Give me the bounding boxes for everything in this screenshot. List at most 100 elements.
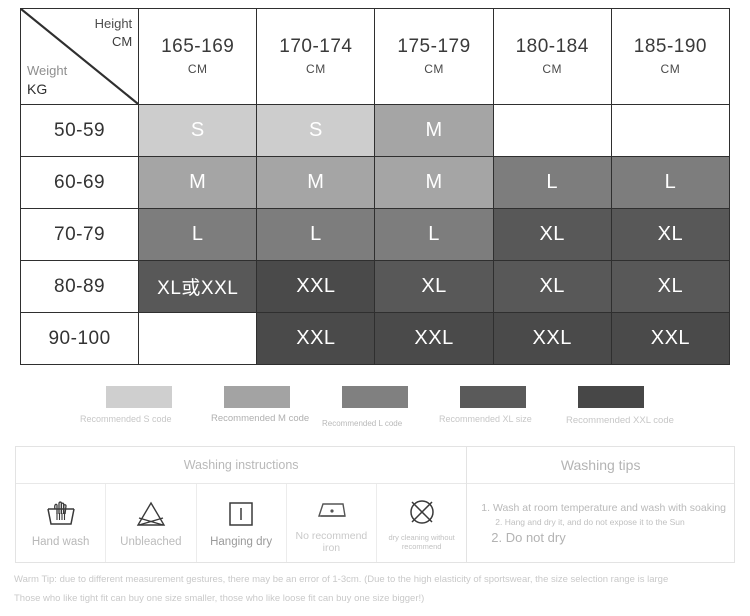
washing-instructions-title: Washing instructions <box>16 447 467 484</box>
washing-icon-label: No recommend iron <box>295 529 368 554</box>
size-cell: M <box>138 156 258 209</box>
washing-icon-label: Unbleached <box>120 536 182 549</box>
height-range: 185-190 <box>633 35 707 57</box>
weight-row-header: 50-59 <box>19 104 140 157</box>
size-cell: XXL <box>610 312 731 365</box>
size-chart-body: Height CM Weight KG 165-169 CM 170-174 C… <box>19 8 731 365</box>
height-range: 180-184 <box>515 35 589 57</box>
do-not-dry-clean-icon <box>406 495 438 529</box>
do-not-bleach-icon <box>133 497 169 531</box>
warm-tip-line-1: Warm Tip: due to different measurement g… <box>14 574 669 585</box>
washing-icon-cell-do-not-dry-clean: dry cleaning without recommend <box>377 484 466 562</box>
size-cell: XL <box>374 260 494 313</box>
height-column-header: 180-184 CM <box>492 8 612 105</box>
legend-item: Recommended XXL code <box>566 386 674 426</box>
size-cell: XL <box>610 208 731 261</box>
washing-panel: Washing instructions Hand wash Unbleache… <box>15 446 735 563</box>
washing-icon-label: Hand wash <box>31 536 90 549</box>
size-cell: S <box>138 104 258 157</box>
size-cell: L <box>374 208 494 261</box>
size-cell: / <box>492 104 612 157</box>
washing-icon-row: Hand wash Unbleached Hanging dry No reco… <box>16 484 466 562</box>
size-cell: L <box>138 208 258 261</box>
height-unit: CM <box>660 62 681 77</box>
table-row: 60-69 M M M L L <box>19 156 731 209</box>
table-row: 80-89 XL或XXL XXL XL XL XL <box>19 260 731 313</box>
legend-item: Recommended XL size <box>439 386 532 424</box>
size-cell: XL或XXL <box>138 260 258 313</box>
size-cell: XXL <box>374 312 494 365</box>
weight-row-header: 90-100 <box>19 312 140 365</box>
height-axis-title: Height <box>94 16 133 31</box>
height-column-header: 165-169 CM <box>138 8 258 105</box>
size-cell: XXL <box>492 312 612 365</box>
washing-tips-list: 1. Wash at room temperature and wash wit… <box>467 484 734 562</box>
do-not-iron-icon <box>312 492 350 526</box>
line-dry-icon <box>226 497 256 531</box>
washing-icon-cell-line-dry: Hanging dry <box>197 484 287 562</box>
size-cell: M <box>374 156 494 209</box>
washing-tip-item: 2. Hang and dry it, and do not expose it… <box>495 516 685 527</box>
washing-instructions-section: Washing instructions Hand wash Unbleache… <box>16 447 468 562</box>
legend-swatch <box>342 386 408 408</box>
size-cell: / <box>138 312 258 365</box>
size-cell: XL <box>492 208 612 261</box>
size-color-legend: Recommended S code Recommended M code Re… <box>0 386 750 442</box>
size-cell: L <box>610 156 731 209</box>
height-axis-unit: CM <box>111 34 133 50</box>
warm-tip-line-2: Those who like tight fit can buy one siz… <box>14 593 425 604</box>
height-axis-label: Height CM <box>95 16 133 51</box>
size-chart-header-row: Height CM Weight KG 165-169 CM 170-174 C… <box>19 8 731 105</box>
washing-tip-item: 2. Do not dry <box>491 529 566 545</box>
table-row: 70-79 L L L XL XL <box>19 208 731 261</box>
table-row: 90-100 / XXL XXL XXL XXL <box>19 312 731 365</box>
weight-axis-unit: KG <box>27 80 48 97</box>
weight-axis-label: Weight KG <box>27 63 67 98</box>
washing-tips-section: Washing tips 1. Wash at room temperature… <box>467 447 734 562</box>
legend-item: Recommended M code <box>211 386 309 424</box>
height-unit: CM <box>424 62 444 77</box>
legend-label: Recommended XL size <box>439 414 532 424</box>
hand-wash-icon <box>44 497 78 531</box>
size-cell: XL <box>492 260 612 313</box>
height-column-header: 185-190 CM <box>610 8 731 105</box>
washing-icon-cell-do-not-bleach: Unbleached <box>106 484 197 562</box>
size-cell: L <box>256 208 376 261</box>
legend-label: Recommended XXL code <box>566 415 674 426</box>
axis-corner-cell: Height CM Weight KG <box>19 8 140 105</box>
weight-row-header: 60-69 <box>19 156 140 209</box>
size-cell: L <box>492 156 612 209</box>
height-range: 165-169 <box>161 35 235 57</box>
legend-swatch <box>106 386 172 408</box>
washing-tips-title: Washing tips <box>467 447 734 484</box>
legend-item: Recommended S code <box>80 386 172 424</box>
washing-icon-label: Hanging dry <box>210 536 273 549</box>
washing-tip-item: 1. Wash at room temperature and wash wit… <box>481 501 726 514</box>
height-range: 175-179 <box>397 35 471 57</box>
legend-swatch <box>578 386 644 408</box>
washing-icon-cell-do-not-iron: No recommend iron <box>287 484 377 562</box>
size-cell: M <box>374 104 494 157</box>
table-row: 50-59 S S M / / <box>19 104 731 157</box>
size-cell: XL <box>610 260 731 313</box>
size-cell: / <box>610 104 731 157</box>
weight-axis-title: Weight <box>27 63 68 79</box>
height-column-header: 170-174 CM <box>256 8 376 105</box>
size-chart-table: Height CM Weight KG 165-169 CM 170-174 C… <box>19 8 731 365</box>
height-column-header: 175-179 CM <box>374 8 494 105</box>
weight-row-header: 70-79 <box>19 208 140 261</box>
size-cell: S <box>256 104 376 157</box>
weight-row-header: 80-89 <box>19 260 140 313</box>
washing-icon-cell-hand-wash: Hand wash <box>16 484 107 562</box>
height-unit: CM <box>187 62 208 77</box>
legend-label: Recommended L code <box>322 419 403 428</box>
size-cell: XXL <box>256 312 376 365</box>
height-range: 170-174 <box>279 35 353 57</box>
size-cell: XXL <box>256 260 376 313</box>
height-unit: CM <box>542 62 563 77</box>
legend-item: Recommended L code <box>322 386 408 428</box>
size-cell: M <box>256 156 376 209</box>
legend-swatch <box>224 386 290 408</box>
legend-swatch <box>460 386 526 408</box>
warm-tip-note: Warm Tip: due to different measurement g… <box>14 570 744 608</box>
